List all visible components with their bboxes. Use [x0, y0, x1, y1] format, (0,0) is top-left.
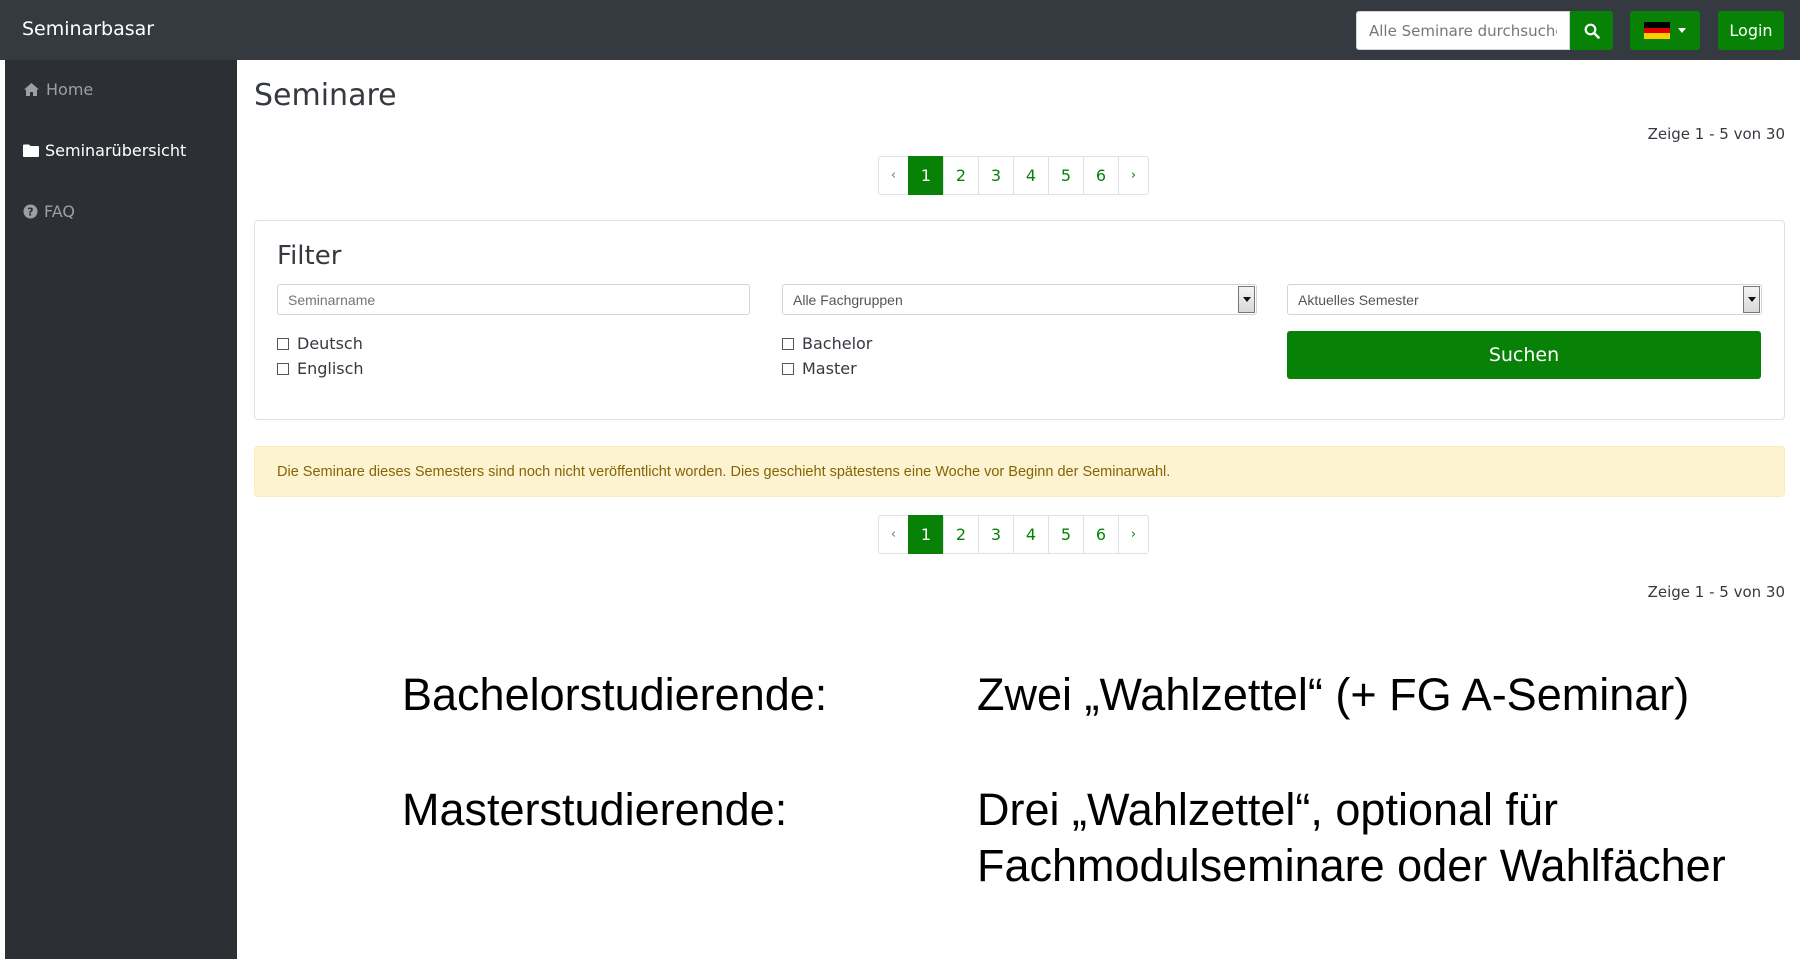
pagination-page[interactable]: 1: [908, 156, 944, 195]
pagination-page[interactable]: 1: [908, 515, 944, 554]
pagination-next[interactable]: ›: [1118, 156, 1149, 195]
pagination-prev[interactable]: ‹: [878, 156, 909, 195]
info-alert: Die Seminare dieses Semesters sind noch …: [254, 446, 1785, 497]
suchen-button[interactable]: Suchen: [1287, 331, 1761, 379]
login-button[interactable]: Login: [1718, 11, 1784, 50]
select-arrow-icon: [1743, 286, 1760, 313]
semester-select[interactable]: Aktuelles Semester: [1287, 284, 1762, 315]
checkbox-master[interactable]: Master: [782, 359, 857, 378]
sidebar-item-faq[interactable]: ? FAQ: [23, 202, 75, 221]
brand-name[interactable]: Seminarbasar: [22, 18, 154, 40]
checkbox-box[interactable]: [277, 362, 289, 375]
checkbox-bachelor[interactable]: Bachelor: [782, 334, 872, 353]
bachelor-text: Zwei „Wahlzettel“ (+ FG A-Seminar): [977, 669, 1690, 720]
folder-icon: [23, 144, 39, 157]
pagination-top: ‹ 1 2 3 4 5 6 ›: [878, 156, 1149, 195]
sidebar: Home Seminarübersicht ? FAQ: [5, 60, 237, 959]
german-flag-icon: [1644, 22, 1670, 40]
fachgruppe-select[interactable]: Alle Fachgruppen: [782, 284, 1257, 315]
semester-select-value: Aktuelles Semester: [1298, 291, 1419, 308]
master-text-line1: Drei „Wahlzettel“, optional für: [977, 784, 1559, 835]
result-count-bottom: Zeige 1 - 5 von 30: [1647, 583, 1785, 601]
pagination-page[interactable]: 3: [978, 156, 1014, 195]
checkbox-label: Bachelor: [802, 334, 873, 353]
svg-text:?: ?: [27, 206, 33, 219]
checkbox-label: Englisch: [297, 359, 364, 378]
pagination-next[interactable]: ›: [1118, 515, 1149, 554]
checkbox-label: Deutsch: [297, 334, 363, 353]
sidebar-item-label: Home: [46, 80, 94, 99]
filter-card: Filter Alle Fachgruppen Aktuelles Semest…: [254, 220, 1785, 420]
pagination-prev[interactable]: ‹: [878, 515, 909, 554]
master-label: Masterstudierende:: [402, 784, 788, 835]
pagination-page[interactable]: 2: [943, 515, 979, 554]
pagination-page[interactable]: 6: [1083, 156, 1119, 195]
top-navbar: Seminarbasar Login: [0, 0, 1800, 60]
language-dropdown[interactable]: [1630, 11, 1700, 50]
page-title: Seminare: [254, 78, 397, 113]
pagination-page[interactable]: 4: [1013, 515, 1049, 554]
sidebar-item-home[interactable]: Home: [23, 80, 93, 99]
filter-title: Filter: [277, 241, 342, 271]
pagination-page[interactable]: 5: [1048, 515, 1084, 554]
search-input[interactable]: [1356, 11, 1570, 50]
sidebar-item-label: Seminarübersicht: [45, 141, 187, 160]
home-icon: [24, 83, 39, 96]
checkbox-deutsch[interactable]: Deutsch: [277, 334, 363, 353]
select-arrow-icon: [1238, 286, 1255, 313]
result-count-top: Zeige 1 - 5 von 30: [1647, 125, 1785, 143]
pagination-page[interactable]: 3: [978, 515, 1014, 554]
checkbox-label: Master: [802, 359, 857, 378]
seminar-name-input[interactable]: [277, 284, 750, 315]
sidebar-item-seminaruebersicht[interactable]: Seminarübersicht: [23, 141, 186, 160]
pagination-bottom: ‹ 1 2 3 4 5 6 ›: [878, 515, 1149, 554]
sidebar-item-label: FAQ: [44, 202, 75, 221]
caret-down-icon: [1678, 28, 1686, 33]
bachelor-label: Bachelorstudierende:: [402, 669, 828, 720]
search-icon: [1584, 23, 1600, 39]
fachgruppe-select-value: Alle Fachgruppen: [793, 291, 903, 308]
search-button[interactable]: [1570, 11, 1613, 50]
master-text-line2: Fachmodulseminare oder Wahlfächer: [977, 840, 1726, 891]
question-circle-icon: ?: [23, 204, 38, 219]
checkbox-englisch[interactable]: Englisch: [277, 359, 364, 378]
checkbox-box[interactable]: [782, 362, 794, 375]
pagination-page[interactable]: 6: [1083, 515, 1119, 554]
checkbox-box[interactable]: [277, 337, 289, 350]
pagination-page[interactable]: 4: [1013, 156, 1049, 195]
pagination-page[interactable]: 5: [1048, 156, 1084, 195]
checkbox-box[interactable]: [782, 337, 794, 350]
pagination-page[interactable]: 2: [943, 156, 979, 195]
